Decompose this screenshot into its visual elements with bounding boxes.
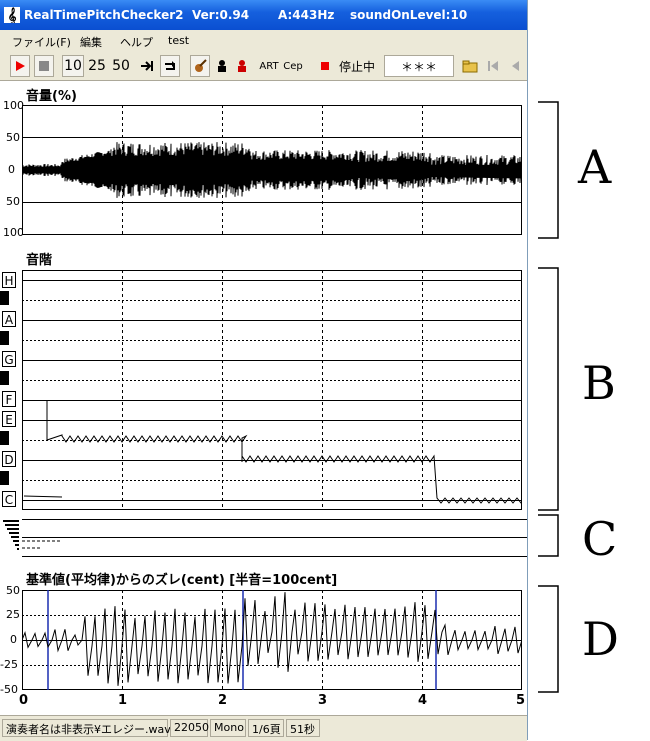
svg-text:𝄞: 𝄞	[8, 7, 17, 23]
violin-button[interactable]	[190, 55, 210, 77]
note-f: F	[2, 391, 16, 407]
prev-icon	[512, 61, 519, 71]
time-tick: 2	[218, 693, 228, 708]
deviation-tick: 0	[10, 633, 17, 646]
duration: 51秒	[286, 719, 320, 737]
art-button[interactable]: ART	[258, 55, 280, 77]
menu-help[interactable]: ヘルプ	[120, 34, 153, 50]
treble-clef-icon: 𝄞	[4, 7, 20, 23]
deviation-tick: -50	[0, 683, 18, 696]
annotation-b: B	[582, 356, 616, 410]
volume-title: 音量(%)	[26, 89, 77, 104]
note-h: H	[2, 272, 16, 288]
time-tick: 1	[118, 693, 128, 708]
person-black-button[interactable]	[214, 55, 230, 77]
title-bar: 𝄞 RealTimePitchChecker2 Ver:0.94 A:443Hz…	[0, 0, 527, 30]
record-button[interactable]	[318, 55, 332, 77]
deviation-title: 基準値(平均律)からのズレ(cent) [半音=100cent]	[26, 573, 338, 588]
status-indicator: 停止中	[338, 59, 375, 74]
status-bar: 演奏者名は非表示¥エレジー.wav 22050 Mono 1/6頁 51秒	[0, 715, 527, 741]
skip-back-icon	[488, 61, 498, 71]
speed-10-button[interactable]: 10	[62, 55, 84, 77]
annotation-c: C	[582, 512, 618, 566]
black-key	[0, 291, 9, 305]
note-g: G	[2, 351, 16, 367]
note-c: C	[2, 491, 16, 507]
menu-edit[interactable]: 編集	[80, 34, 102, 50]
cep-button[interactable]: Cep	[282, 55, 304, 77]
violin-icon	[195, 59, 207, 72]
black-key	[0, 371, 9, 385]
record-icon	[321, 62, 329, 70]
jump-end-button[interactable]	[138, 55, 156, 77]
deviation-tick: 25	[6, 608, 20, 621]
version-label: Ver:0.94	[192, 8, 250, 22]
toolbar: 10 25 50 ART Cep 停止中 ＊＊＊	[0, 52, 527, 81]
person-red-button[interactable]	[234, 55, 250, 77]
person-red-icon	[238, 60, 246, 72]
loop-button[interactable]	[160, 55, 180, 77]
volume-tick: 0	[8, 163, 15, 176]
sound-level-label: soundOnLevel:10	[350, 8, 468, 22]
time-tick: 5	[516, 693, 526, 708]
volume-tick: 50	[6, 131, 20, 144]
volume-tick: 100	[3, 226, 24, 239]
play-button[interactable]	[10, 55, 30, 77]
note-display: ＊＊＊	[384, 55, 454, 77]
sample-rate: 22050	[170, 719, 209, 737]
stop-button[interactable]	[34, 55, 54, 77]
person-icon	[218, 60, 226, 72]
note-a: A	[2, 311, 16, 327]
deviation-chart	[22, 590, 522, 690]
stop-icon	[39, 61, 49, 71]
app-window: 𝄞 RealTimePitchChecker2 Ver:0.94 A:443Hz…	[0, 0, 528, 741]
prev-page-button[interactable]	[506, 55, 524, 77]
black-key	[0, 431, 9, 445]
menu-bar: ファイル(F) 編集 ヘルプ test	[0, 30, 527, 52]
note-e: E	[2, 411, 16, 427]
note-d: D	[2, 451, 16, 467]
scale-title: 音階	[26, 253, 53, 268]
annotation-brackets	[538, 101, 559, 693]
volume-tick: 100	[3, 99, 24, 112]
time-tick: 4	[418, 693, 428, 708]
speed-50-button[interactable]: 50	[110, 55, 132, 77]
black-key	[0, 471, 9, 485]
onset-strip	[3, 519, 527, 557]
menu-test[interactable]: test	[168, 34, 189, 47]
annotation-a: A	[578, 140, 612, 194]
black-key	[0, 331, 9, 345]
first-page-button[interactable]	[484, 55, 502, 77]
speed-25-button[interactable]: 25	[86, 55, 108, 77]
volume-waveform-chart	[22, 105, 522, 235]
file-name: 演奏者名は非表示¥エレジー.wav	[2, 719, 171, 737]
volume-tick: 50	[6, 195, 20, 208]
menu-file[interactable]: ファイル(F)	[12, 34, 71, 50]
time-tick: 0	[19, 693, 29, 708]
frequency-label: A:443Hz	[278, 8, 335, 22]
page-indicator: 1/6頁	[248, 719, 284, 737]
deviation-tick: -25	[0, 658, 18, 671]
annotation-d: D	[582, 612, 619, 666]
window-title: RealTimePitchChecker2	[24, 8, 184, 22]
pitch-scale-chart	[22, 270, 522, 510]
open-folder-button[interactable]	[460, 55, 480, 77]
channel-mode: Mono	[210, 719, 246, 737]
deviation-tick: 50	[6, 584, 20, 597]
play-icon	[16, 61, 25, 71]
plot-area: 音量(%) 100 50 0 50 100 音階 H A G F E D C 基…	[0, 81, 527, 715]
jump-to-end-icon	[141, 61, 153, 71]
time-tick: 3	[318, 693, 328, 708]
loop-icon	[165, 61, 175, 70]
folder-icon	[462, 60, 478, 73]
